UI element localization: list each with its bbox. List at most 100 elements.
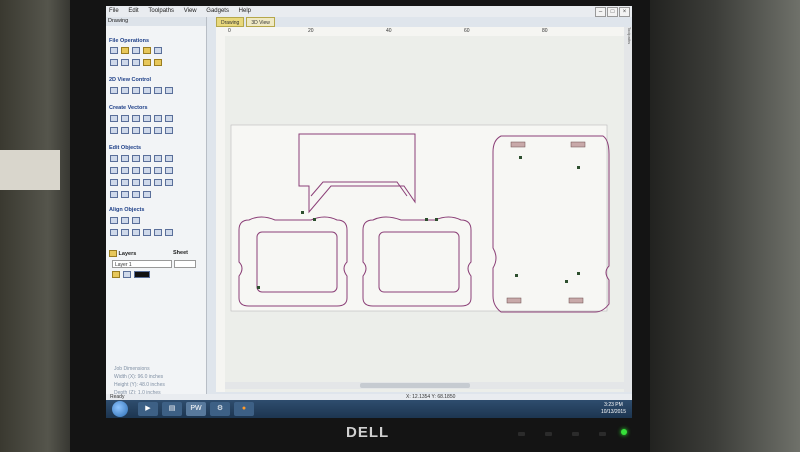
import-icon[interactable] bbox=[143, 47, 151, 54]
align-top-icon[interactable] bbox=[132, 229, 140, 236]
lock-icon[interactable] bbox=[123, 271, 131, 278]
background-left bbox=[0, 0, 80, 452]
ungroup-icon[interactable] bbox=[154, 155, 162, 162]
arc-icon[interactable] bbox=[143, 191, 151, 198]
align-center-icon[interactable] bbox=[110, 217, 118, 224]
monitor-brand-logo: DELL bbox=[346, 424, 390, 441]
distribute-v-icon[interactable] bbox=[165, 229, 173, 236]
draw-icon[interactable] bbox=[165, 127, 173, 134]
ellipse-icon[interactable] bbox=[121, 115, 129, 122]
horizontal-scrollbar[interactable] bbox=[225, 382, 624, 389]
maximize-icon[interactable]: □ bbox=[607, 7, 618, 17]
join-icon[interactable] bbox=[165, 155, 173, 162]
align-bottom-icon[interactable] bbox=[143, 229, 151, 236]
dimension-icon[interactable] bbox=[132, 127, 140, 134]
job-dimensions-label: Job Dimensions bbox=[114, 366, 150, 372]
fillet-icon[interactable] bbox=[154, 127, 162, 134]
mirror-icon[interactable] bbox=[132, 167, 140, 174]
align-row-1 bbox=[110, 217, 140, 224]
zoom-icon[interactable] bbox=[132, 87, 140, 94]
sheet-dropdown[interactable] bbox=[174, 260, 196, 268]
offset-icon[interactable] bbox=[143, 127, 151, 134]
tab-drawing[interactable]: Drawing bbox=[216, 17, 245, 27]
select-icon[interactable] bbox=[110, 155, 118, 162]
monitor-button[interactable] bbox=[599, 432, 606, 436]
text-icon[interactable] bbox=[110, 127, 118, 134]
smooth-icon[interactable] bbox=[154, 179, 162, 186]
firefox-icon[interactable]: ● bbox=[234, 402, 254, 416]
media-player-icon[interactable]: ▶ bbox=[138, 402, 158, 416]
open-file-icon[interactable] bbox=[121, 47, 129, 54]
subtract-icon[interactable] bbox=[165, 167, 173, 174]
menu-help[interactable]: Help bbox=[236, 6, 256, 14]
monitor-button[interactable] bbox=[518, 432, 525, 436]
zoom-box-icon[interactable] bbox=[121, 87, 129, 94]
monitor-button[interactable] bbox=[545, 432, 552, 436]
align-left-icon[interactable] bbox=[110, 229, 118, 236]
curve-fit-icon[interactable] bbox=[143, 179, 151, 186]
vector-drawing bbox=[230, 124, 610, 313]
menu-bar: File Edit Toolpaths View Gadgets Help – … bbox=[106, 6, 632, 17]
close-vector-icon[interactable] bbox=[110, 191, 118, 198]
ruler-label-40: 40 bbox=[386, 28, 392, 34]
align-right-icon[interactable] bbox=[121, 229, 129, 236]
rectangle-icon[interactable] bbox=[132, 115, 140, 122]
vertical-scrollbar[interactable]: Toolpaths bbox=[624, 27, 632, 392]
tab-3d-view[interactable]: 3D View bbox=[246, 17, 275, 27]
circle-icon[interactable] bbox=[110, 115, 118, 122]
monitor-button[interactable] bbox=[572, 432, 579, 436]
polyline-icon[interactable] bbox=[165, 115, 173, 122]
node-edit-icon[interactable] bbox=[121, 155, 129, 162]
zoom-material-icon[interactable] bbox=[154, 87, 162, 94]
drawing-canvas[interactable] bbox=[225, 36, 624, 392]
toolpaths-side-tab[interactable]: Toolpaths bbox=[624, 27, 632, 57]
menu-gadgets[interactable]: Gadgets bbox=[203, 6, 234, 14]
align-vcenter-icon[interactable] bbox=[132, 217, 140, 224]
menu-view[interactable]: View bbox=[181, 6, 202, 14]
menu-toolpaths[interactable]: Toolpaths bbox=[145, 6, 179, 14]
text-arc-icon[interactable] bbox=[121, 127, 129, 134]
menu-edit[interactable]: Edit bbox=[125, 6, 143, 14]
zoom-selection-icon[interactable] bbox=[165, 87, 173, 94]
save-icon[interactable] bbox=[132, 47, 140, 54]
nest-icon[interactable] bbox=[165, 179, 173, 186]
menu-file[interactable]: File bbox=[106, 6, 124, 14]
polygon-icon[interactable] bbox=[143, 115, 151, 122]
scale-icon[interactable] bbox=[110, 167, 118, 174]
pan-icon[interactable] bbox=[110, 87, 118, 94]
cut-icon[interactable] bbox=[110, 59, 118, 66]
weld-icon[interactable] bbox=[154, 167, 162, 174]
horizontal-scroll-thumb[interactable] bbox=[360, 383, 470, 388]
layer-color-icon[interactable] bbox=[134, 271, 150, 278]
close-icon[interactable]: × bbox=[619, 7, 630, 17]
distort-icon[interactable] bbox=[143, 167, 151, 174]
new-file-icon[interactable] bbox=[110, 47, 118, 54]
power-led-icon[interactable] bbox=[621, 429, 627, 435]
chevron-icon[interactable] bbox=[132, 191, 140, 198]
redo-icon[interactable] bbox=[154, 59, 162, 66]
group-icon[interactable] bbox=[143, 155, 151, 162]
trim-icon[interactable] bbox=[121, 179, 129, 186]
start-button[interactable] bbox=[112, 401, 128, 417]
bracket-icon[interactable] bbox=[121, 191, 129, 198]
distribute-h-icon[interactable] bbox=[154, 229, 162, 236]
copy-icon[interactable] bbox=[121, 59, 129, 66]
transform-icon[interactable] bbox=[132, 155, 140, 162]
export-icon[interactable] bbox=[154, 47, 162, 54]
extend-icon[interactable] bbox=[132, 179, 140, 186]
minimize-icon[interactable]: – bbox=[595, 7, 606, 17]
undo-icon[interactable] bbox=[143, 59, 151, 66]
settings-app-icon[interactable]: ⚙ bbox=[210, 402, 230, 416]
layer-dropdown[interactable]: Layer 1 bbox=[112, 260, 172, 268]
zoom-extents-icon[interactable] bbox=[143, 87, 151, 94]
lightbulb-icon[interactable] bbox=[112, 271, 120, 278]
file-explorer-icon[interactable]: ▤ bbox=[162, 402, 182, 416]
align-hcenter-icon[interactable] bbox=[121, 217, 129, 224]
paste-icon[interactable] bbox=[132, 59, 140, 66]
intersect-icon[interactable] bbox=[110, 179, 118, 186]
clock-date: 10/13/2015 bbox=[600, 409, 626, 415]
taskbar-pw[interactable]: PW bbox=[186, 402, 206, 416]
system-clock[interactable]: 3:23 PM 10/13/2015 bbox=[601, 402, 626, 416]
rotate-icon[interactable] bbox=[121, 167, 129, 174]
star-icon[interactable] bbox=[154, 115, 162, 122]
